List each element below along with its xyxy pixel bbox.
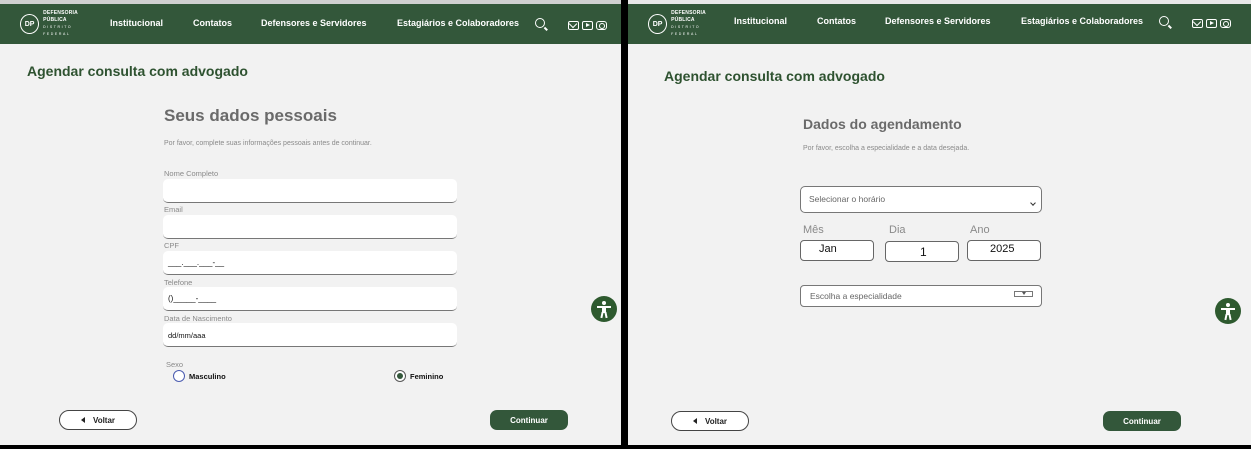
radio-feminino[interactable]: Feminino — [394, 370, 443, 382]
youtube-icon[interactable] — [1206, 19, 1217, 28]
nav-item-contatos[interactable]: Contatos — [193, 18, 232, 28]
phone-label: Telefone — [164, 278, 193, 287]
search-icon[interactable] — [1159, 16, 1169, 26]
personal-data-screen: DP DEFENSORIA PÚBLICA DISTRITO FEDERAL I… — [0, 0, 621, 445]
logo-line2: DISTRITO FEDERAL — [43, 25, 73, 36]
nav-item-defensores[interactable]: Defensores e Servidores — [261, 18, 367, 28]
logo-seal: DP — [20, 14, 40, 34]
time-select-placeholder: Selecionar o horário — [809, 194, 886, 204]
top-navbar: DP DEFENSORIA PÚBLICA DISTRITO FEDERAL I… — [0, 0, 621, 44]
top-navbar: DP DEFENSORIA PÚBLICA DISTRITO FEDERAL I… — [628, 0, 1251, 44]
instagram-icon[interactable] — [596, 21, 607, 30]
section-subtitle: Por favor, complete suas informações pes… — [164, 140, 372, 147]
birthdate-field[interactable]: dd/mm/aaa — [163, 323, 457, 347]
youtube-icon[interactable] — [582, 21, 593, 30]
month-field[interactable]: Jan — [800, 240, 874, 261]
phone-field[interactable]: ()_____-____ — [163, 287, 457, 311]
logo-line1: DEFENSORIA PÚBLICA — [43, 10, 78, 23]
radio-masculino[interactable]: Masculino — [173, 370, 226, 382]
mail-icon[interactable] — [568, 21, 579, 30]
continue-button[interactable]: Continuar — [490, 410, 568, 430]
back-arrow-icon — [692, 418, 697, 424]
instagram-icon[interactable] — [1220, 19, 1231, 28]
social-links — [1192, 19, 1231, 28]
email-label: Email — [164, 205, 183, 214]
mail-icon[interactable] — [1192, 19, 1203, 28]
logo-line2: DISTRITO FEDERAL — [671, 25, 701, 36]
chevron-down-icon — [1014, 291, 1033, 297]
name-label: Nome Completo — [164, 169, 219, 178]
nav-item-institucional[interactable]: Institucional — [734, 16, 787, 26]
day-field[interactable]: 1 — [885, 241, 959, 262]
logo[interactable]: DP DEFENSORIA PÚBLICA DISTRITO FEDERAL — [20, 10, 100, 38]
nav-item-estagiarios[interactable]: Estagiários e Colaboradores — [397, 18, 519, 28]
radio-checked-icon[interactable] — [394, 370, 406, 382]
schedule-data-screen: DP DEFENSORIA PÚBLICA DISTRITO FEDERAL I… — [628, 0, 1251, 445]
section-title: Dados do agendamento — [803, 116, 962, 132]
back-arrow-icon — [80, 417, 85, 423]
specialty-select[interactable]: Escolha a especialidade — [800, 285, 1042, 307]
social-links — [568, 21, 607, 30]
time-select[interactable]: Selecionar o horário — [800, 186, 1042, 213]
nav-item-estagiarios[interactable]: Estagiários e Colaboradores — [1021, 16, 1143, 26]
specialty-select-placeholder: Escolha a especialidade — [810, 291, 902, 301]
nav-item-defensores[interactable]: Defensores e Servidores — [885, 16, 991, 26]
nav-item-institucional[interactable]: Institucional — [110, 18, 163, 28]
search-icon[interactable] — [535, 18, 545, 28]
logo-line1: DEFENSORIA PÚBLICA — [671, 10, 706, 23]
day-label: Dia — [889, 224, 906, 236]
back-button-label: Voltar — [92, 415, 116, 425]
accessibility-icon[interactable] — [1215, 298, 1241, 324]
year-label: Ano — [970, 224, 990, 236]
month-label: Mês — [803, 224, 824, 236]
cpf-field[interactable]: ___.___.___-__ — [163, 251, 457, 275]
back-button[interactable]: Voltar — [59, 410, 137, 430]
radio-masculino-label: Masculino — [189, 371, 226, 381]
section-title: Seus dados pessoais — [164, 106, 337, 125]
sex-label: Sexo — [166, 360, 184, 369]
birthdate-label: Data de Nascimento — [164, 314, 232, 323]
radio-unchecked-icon[interactable] — [173, 370, 185, 382]
page-title: Agendar consulta com advogado — [27, 63, 248, 79]
page-title: Agendar consulta com advogado — [664, 68, 885, 84]
year-field[interactable]: 2025 — [967, 240, 1041, 261]
accessibility-icon[interactable] — [591, 296, 617, 322]
cpf-label: CPF — [164, 241, 179, 250]
nav-item-contatos[interactable]: Contatos — [817, 16, 856, 26]
back-button[interactable]: Voltar — [671, 411, 749, 431]
logo-seal: DP — [648, 14, 668, 34]
logo[interactable]: DP DEFENSORIA PÚBLICA DISTRITO FEDERAL — [648, 10, 728, 38]
back-button-label: Voltar — [704, 416, 728, 426]
chevron-down-icon — [1030, 200, 1036, 206]
email-field[interactable] — [163, 215, 457, 239]
radio-feminino-label: Feminino — [410, 371, 444, 381]
name-field[interactable] — [163, 179, 457, 203]
continue-button[interactable]: Continuar — [1103, 411, 1181, 431]
section-subtitle: Por favor, escolha a especialidade e a d… — [803, 145, 970, 152]
